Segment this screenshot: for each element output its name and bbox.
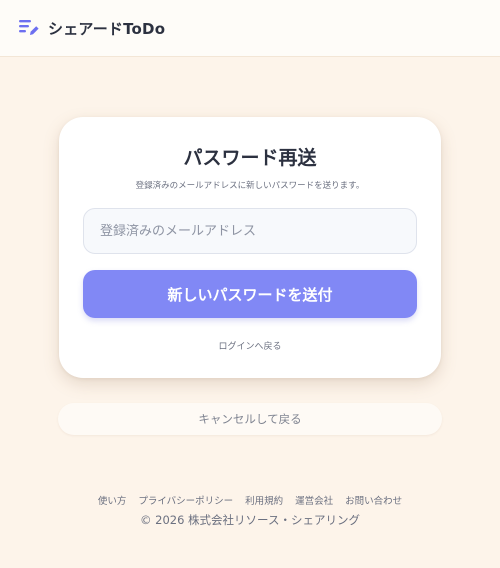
list-edit-icon xyxy=(19,19,39,37)
page-title: パスワード再送 xyxy=(183,147,317,169)
footer-link-usage[interactable]: 使い方 xyxy=(98,493,127,507)
footer-link-company[interactable]: 運営会社 xyxy=(295,493,333,507)
email-field[interactable] xyxy=(83,208,417,254)
copyright: © 2026 株式会社リソース・シェアリング xyxy=(139,513,360,527)
send-new-password-button[interactable]: 新しいパスワードを送付 xyxy=(83,270,417,318)
app-title: シェアードToDo xyxy=(48,19,166,38)
footer-link-terms[interactable]: 利用規約 xyxy=(245,493,283,507)
page-subtitle: 登録済みのメールアドレスに新しいパスワードを送ります。 xyxy=(135,181,365,191)
app-header: シェアードToDo xyxy=(0,0,500,57)
back-to-login-link[interactable]: ログインへ戻る xyxy=(59,339,441,352)
password-resend-card: パスワード再送 登録済みのメールアドレスに新しいパスワードを送ります。 新しいパ… xyxy=(59,117,441,378)
footer-link-privacy[interactable]: プライバシーポリシー xyxy=(138,493,233,507)
footer-link-contact[interactable]: お問い合わせ xyxy=(345,493,402,507)
cancel-button[interactable]: キャンセルして戻る xyxy=(58,403,442,435)
footer-links: 使い方 プライバシーポリシー 利用規約 運営会社 お問い合わせ xyxy=(0,493,500,507)
